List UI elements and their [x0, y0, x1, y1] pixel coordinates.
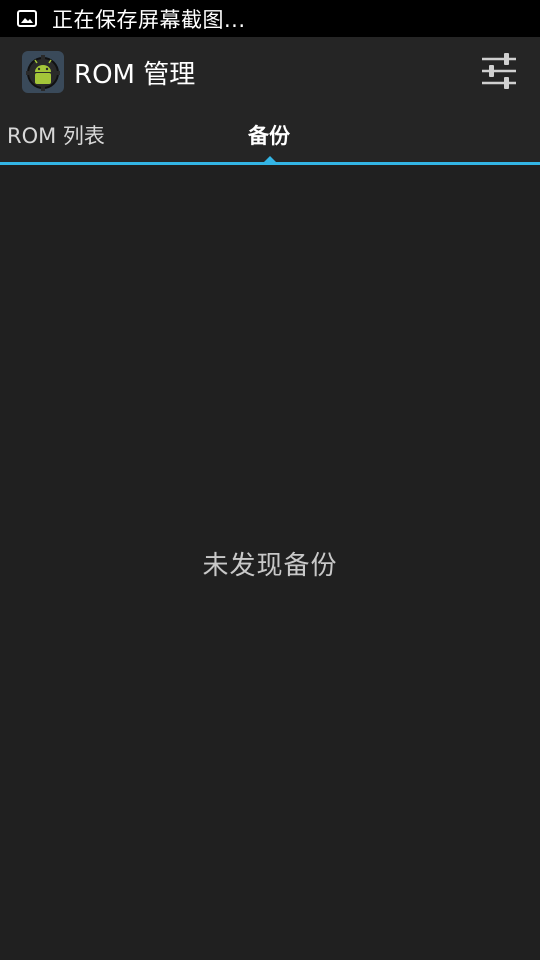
action-bar: ROM 管理: [0, 37, 540, 107]
settings-button[interactable]: [480, 52, 518, 94]
status-bar: 正在保存屏幕截图...: [0, 0, 540, 37]
tab-underline: [0, 162, 540, 165]
app-title: ROM 管理: [74, 59, 196, 90]
tab-backup[interactable]: 备份: [248, 107, 290, 163]
status-notification-text: 正在保存屏幕截图...: [52, 7, 246, 32]
tab-bar: ROM 列表 备份: [0, 107, 540, 165]
tab-rom-list[interactable]: ROM 列表: [7, 107, 105, 163]
image-icon: [17, 10, 37, 27]
android-gear-icon[interactable]: [22, 51, 64, 93]
empty-state-message: 未发现备份: [202, 551, 338, 581]
sliders-icon: [480, 52, 518, 94]
